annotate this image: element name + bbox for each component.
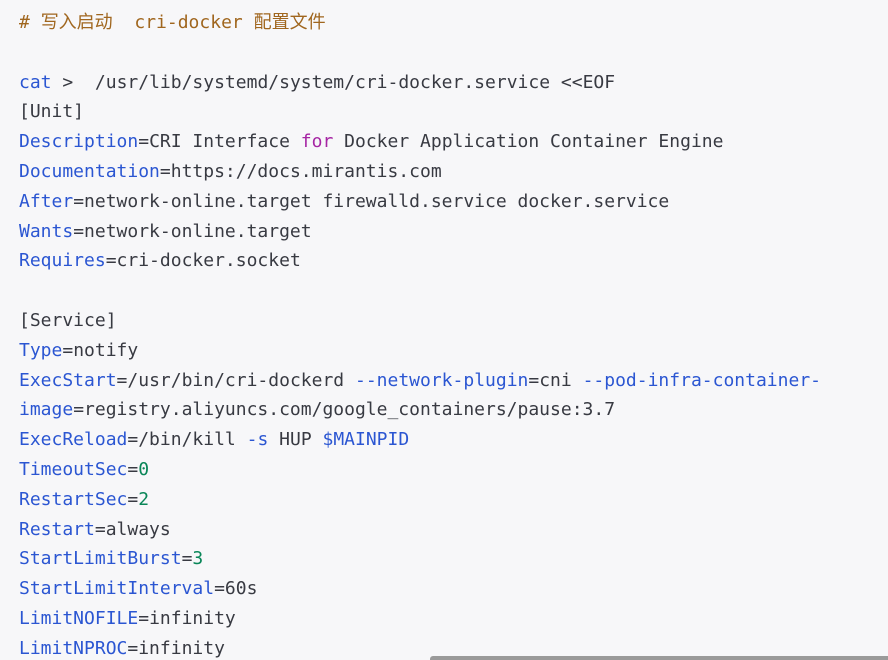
startlimitinterval-line: StartLimitInterval=60s: [19, 578, 258, 600]
service-file-path: /usr/lib/systemd/system/cri-docker.servi…: [94, 71, 551, 93]
execstart-continuation-line: image=registry.aliyuncs.com/google_conta…: [19, 399, 616, 421]
execreload-binary: /bin/kill: [138, 429, 236, 451]
documentation-line: Documentation=https://docs.mirantis.com: [19, 160, 442, 182]
limitnofile-line: LimitNOFILE=infinity: [19, 607, 236, 629]
mainpid-variable: $MAINPID: [322, 429, 410, 451]
documentation-value: https://docs.mirantis.com: [170, 160, 442, 182]
limitnproc-value: infinity: [138, 637, 225, 659]
startlimitinterval-key: StartLimitInterval: [19, 578, 215, 600]
limitnproc-key: LimitNPROC: [19, 637, 128, 659]
requires-line: Requires=cri-docker.socket: [19, 250, 301, 272]
execstart-line: ExecStart=/usr/bin/cri-dockerd --network…: [19, 369, 821, 391]
type-value: notify: [73, 339, 139, 361]
description-keyword: for: [300, 131, 334, 153]
comment-prefix: 写入启动: [40, 12, 113, 33]
restartsec-key: RestartSec: [19, 488, 128, 510]
execstart-binary: /usr/bin/cri-dockerd: [127, 369, 345, 391]
requires-key: Requires: [19, 250, 106, 272]
code-block: # 写入启动 cri-docker 配置文件 cat > /usr/lib/sy…: [0, 0, 888, 660]
pause-image-value: registry.aliyuncs.com/google_containers/…: [84, 399, 616, 421]
signal-flag: -s: [246, 429, 269, 451]
service-header: [Service]: [19, 306, 888, 336]
timeoutsec-key: TimeoutSec: [19, 458, 128, 480]
cat-command: cat: [19, 71, 52, 93]
restart-line: Restart=always: [19, 518, 171, 540]
after-line: After=network-online.target firewalld.se…: [19, 190, 670, 212]
pod-infra-flag-continued: image: [19, 399, 74, 421]
horizontal-scrollbar[interactable]: [430, 656, 888, 660]
cat-line: cat > /usr/lib/systemd/system/cri-docker…: [19, 68, 888, 98]
execstart-key: ExecStart: [19, 369, 117, 391]
restart-key: Restart: [19, 518, 95, 540]
requires-value: cri-docker.socket: [116, 250, 301, 272]
limitnofile-key: LimitNOFILE: [19, 607, 139, 629]
pod-infra-flag: --pod-infra-container-: [582, 369, 821, 391]
timeoutsec-line: TimeoutSec=0: [19, 458, 150, 480]
after-value: network-online.target firewalld.service …: [84, 190, 670, 212]
description-value-b: Docker Application Container Engine: [344, 131, 724, 153]
type-key: Type: [19, 339, 63, 361]
execreload-key: ExecReload: [19, 429, 128, 451]
wants-key: Wants: [19, 220, 74, 242]
startlimitinterval-value: 60s: [224, 578, 258, 600]
timeoutsec-value: 0: [138, 458, 150, 480]
comment-hash: #: [19, 12, 30, 33]
restartsec-line: RestartSec=2: [19, 488, 150, 510]
restartsec-value: 2: [138, 488, 150, 510]
description-key: Description: [19, 131, 139, 153]
network-plugin-value: cni: [539, 369, 572, 391]
type-line: Type=notify: [19, 339, 139, 361]
restart-value: always: [105, 518, 171, 540]
service-section-label: [Service]: [19, 309, 117, 331]
execreload-line: ExecReload=/bin/kill -s HUP $MAINPID: [19, 429, 410, 451]
unit-section-label: [Unit]: [19, 101, 85, 123]
unit-header: [Unit]: [19, 97, 888, 127]
limitnofile-value: infinity: [149, 607, 236, 629]
description-line: Description=CRI Interface for Docker App…: [19, 131, 724, 153]
wants-line: Wants=network-online.target: [19, 220, 312, 242]
redirect-operator: >: [62, 71, 74, 93]
signal-name: HUP: [279, 429, 312, 451]
wants-value: network-online.target: [84, 220, 312, 242]
startlimitburst-value: 3: [192, 548, 204, 570]
startlimitburst-line: StartLimitBurst=3: [19, 548, 204, 570]
heredoc-marker: <<EOF: [560, 71, 616, 93]
comment-name: cri-docker: [134, 12, 243, 33]
comment-suffix: 配置文件: [253, 12, 326, 33]
after-key: After: [19, 190, 74, 212]
network-plugin-flag: --network-plugin: [354, 369, 529, 391]
description-value-a: CRI Interface: [149, 131, 290, 153]
startlimitburst-key: StartLimitBurst: [19, 548, 182, 570]
comment-line: # 写入启动 cri-docker 配置文件: [19, 8, 888, 38]
documentation-key: Documentation: [19, 160, 160, 182]
